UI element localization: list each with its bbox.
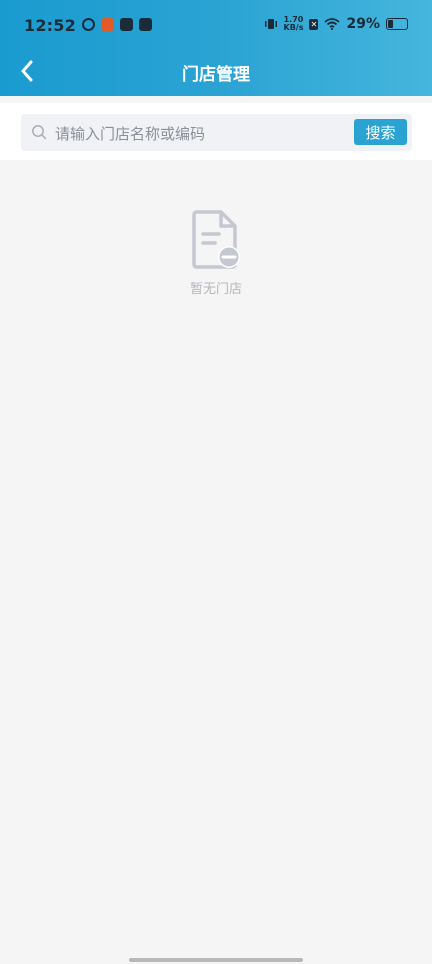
notification-icons — [82, 18, 152, 31]
battery-percent: 29% — [346, 16, 380, 32]
search-button[interactable]: 搜索 — [354, 119, 407, 145]
search-bar: 搜索 — [0, 103, 432, 160]
no-sim-icon: ✕ — [309, 18, 319, 30]
search-box: 搜索 — [21, 114, 412, 153]
vibrate-icon — [264, 19, 277, 29]
sync-icon — [82, 18, 95, 31]
app-header: 12:52 1.70 KB/s ✕ 29% 门店管理 — [0, 0, 432, 96]
app-notification-icon — [101, 18, 114, 31]
store-app-icon — [120, 18, 133, 31]
empty-document-icon — [192, 210, 240, 269]
search-input[interactable] — [53, 114, 347, 153]
system-status: 1.70 KB/s ✕ 29% — [264, 15, 408, 32]
status-time: 12:52 — [24, 16, 76, 35]
wifi-icon — [324, 18, 341, 30]
mail-app-icon — [139, 18, 152, 31]
navigation-bar: 门店管理 — [0, 50, 432, 96]
network-speed: 1.70 KB/s — [283, 15, 304, 32]
home-indicator[interactable] — [129, 958, 303, 962]
status-bar: 12:52 1.70 KB/s ✕ 29% — [0, 0, 432, 50]
empty-state: 暂无门店 — [0, 210, 432, 297]
search-icon — [32, 125, 47, 140]
page-title: 门店管理 — [182, 65, 250, 85]
battery-icon — [386, 18, 408, 30]
empty-message: 暂无门店 — [189, 282, 242, 297]
